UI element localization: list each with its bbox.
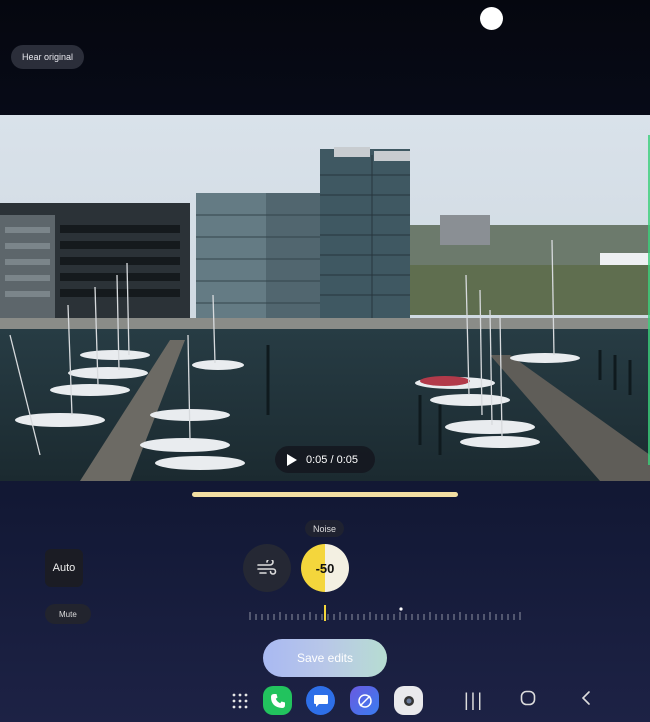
play-icon[interactable]	[287, 453, 297, 466]
video-progress-bar[interactable]	[192, 492, 458, 497]
save-edits-button[interactable]: Save edits	[263, 639, 387, 677]
save-edits-label: Save edits	[296, 651, 354, 665]
auto-button[interactable]: Auto	[45, 549, 83, 587]
messages-icon[interactable]	[306, 686, 335, 715]
noise-adjust-slider[interactable]	[248, 604, 528, 622]
noise-tooltip-label: Noise	[313, 523, 337, 534]
home-icon[interactable]	[520, 690, 536, 711]
harbor-scene	[0, 115, 650, 481]
auto-label: Auto	[52, 562, 76, 574]
wind-noise-button[interactable]	[243, 544, 291, 592]
hear-original-button[interactable]: Hear original	[11, 45, 85, 69]
wind-icon	[257, 560, 277, 575]
internet-icon[interactable]	[350, 686, 379, 715]
noise-level-button[interactable]: -50	[301, 544, 349, 592]
slider-marker	[399, 607, 403, 611]
hear-original-label: Hear original	[22, 52, 74, 62]
mute-label: Mute	[59, 609, 77, 619]
noise-tooltip: Noise	[305, 520, 345, 537]
phone-icon[interactable]	[263, 686, 292, 715]
video-preview[interactable]	[0, 115, 650, 481]
back-icon[interactable]	[580, 690, 592, 711]
apps-grid-icon[interactable]	[225, 686, 254, 715]
mute-button[interactable]: Mute	[45, 604, 91, 624]
playback-control[interactable]: 0:05 / 0:05	[275, 446, 375, 473]
front-camera	[480, 7, 503, 30]
noise-value: -50	[315, 560, 335, 576]
camera-icon[interactable]	[394, 686, 423, 715]
time-display: 0:05 / 0:05	[306, 453, 358, 466]
recents-icon[interactable]: |||	[464, 690, 484, 711]
